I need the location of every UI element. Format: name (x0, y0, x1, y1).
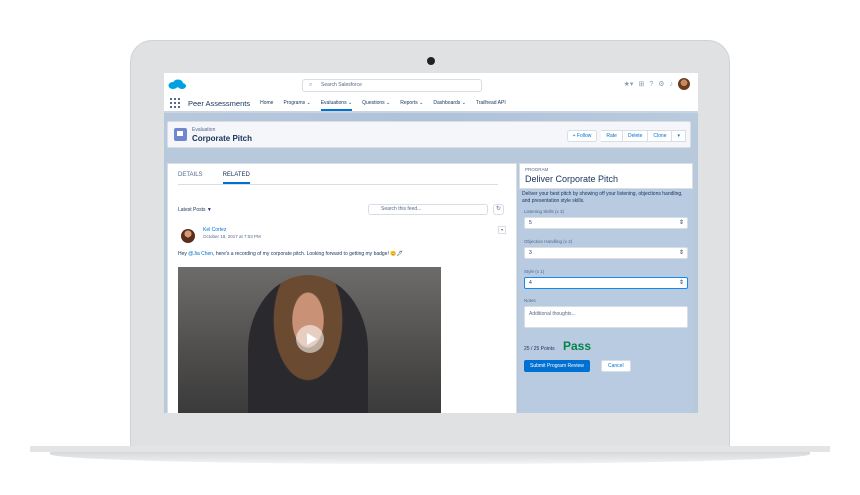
post-date: October 18, 2017 at 7:03 PM (203, 234, 261, 239)
post-author-avatar[interactable] (181, 229, 195, 243)
help-icon[interactable]: ? (649, 81, 653, 88)
delete-button[interactable]: Delete (622, 130, 649, 142)
refresh-icon[interactable]: ↻ (493, 204, 504, 215)
setup-gear-icon[interactable]: ⚙ (658, 80, 664, 88)
clone-button[interactable]: Clone (648, 130, 673, 142)
notes-label: Notes (524, 298, 536, 303)
feed-search-input[interactable]: Search this feed... (368, 204, 488, 215)
camera-icon (427, 57, 435, 65)
nav-item-evaluations[interactable]: Evaluations ⌄ (320, 95, 353, 111)
salesforce-screen: ⌕ Search Salesforce ★▾ ⊞ ? ⚙ ♪ Peer Asse… (164, 73, 698, 413)
rate-button[interactable]: Rate (601, 130, 623, 142)
nav-item-reports[interactable]: Reports ⌄ (400, 100, 423, 106)
program-label: PROGRAM (525, 167, 549, 172)
program-description: Deliver your best pitch by showing off y… (522, 191, 683, 204)
post-mention[interactable]: @Jia Chen (188, 251, 213, 257)
tab-details[interactable]: DETAILS (178, 168, 203, 184)
tab-related[interactable]: RELATED (222, 168, 250, 184)
feed-filter-dropdown[interactable]: Latest Posts ▼ (178, 207, 212, 213)
play-icon[interactable] (296, 325, 324, 353)
program-review-panel: PROGRAM Deliver Corporate Pitch Deliver … (519, 163, 693, 413)
nav-item-questions[interactable]: Questions ⌄ (362, 100, 390, 106)
listening-skills-select[interactable]: 5 (524, 217, 688, 229)
program-title: Deliver Corporate Pitch (525, 174, 619, 184)
style-label: Style (x 1) (524, 269, 545, 274)
nav-item-dashboards[interactable]: Dashboards ⌄ (433, 100, 466, 106)
global-search-input[interactable]: Search Salesforce (302, 79, 482, 92)
app-name: Peer Assessments (188, 98, 251, 108)
favorites-icon[interactable]: ★▾ (624, 80, 634, 88)
tab-divider (178, 184, 498, 185)
pass-badge: Pass (563, 339, 592, 353)
objection-handling-select[interactable]: 3 (524, 247, 688, 259)
app-launcher-icon[interactable] (170, 98, 180, 108)
listening-skills-label: Listening Skills (x 3) (524, 209, 565, 214)
global-header: ⌕ Search Salesforce ★▾ ⊞ ? ⚙ ♪ (164, 73, 698, 95)
nav-item-programs[interactable]: Programs ⌄ (283, 100, 310, 106)
points-total: 25 / 25 Points (524, 346, 555, 352)
laptop-base-shadow (50, 452, 810, 464)
post-body: Hey @Jia Chen, here's a recording of my … (178, 251, 403, 257)
follow-button[interactable]: + Follow (566, 130, 598, 142)
record-header: Evaluation Corporate Pitch + Follow Rate… (167, 121, 691, 148)
main-panel: DETAILS RELATED Latest Posts ▼ Search th… (167, 163, 517, 413)
salesforce-logo-icon (168, 79, 186, 89)
app-nav-bar: Peer Assessments Home Programs ⌄ Evaluat… (164, 95, 698, 113)
video-player[interactable] (178, 267, 441, 413)
user-avatar[interactable] (678, 78, 690, 90)
cancel-button[interactable]: Cancel (601, 360, 631, 372)
style-select[interactable]: 4 (524, 277, 688, 289)
record-type: Evaluation (192, 127, 216, 133)
submit-program-review-button[interactable]: Submit Program Review (524, 360, 590, 372)
notifications-bell-icon[interactable]: ♪ (670, 81, 674, 88)
more-actions-chevron-icon[interactable]: ▾ (672, 130, 686, 142)
post-author-name[interactable]: Kel Cortez (203, 227, 226, 233)
nav-item-trailhead-api[interactable]: Trailhead API (476, 100, 506, 106)
objection-handling-label: Objection Handling (x 2) (524, 239, 573, 244)
program-card: PROGRAM Deliver Corporate Pitch (519, 163, 693, 189)
post-menu-chevron-icon[interactable]: ▾ (498, 226, 506, 234)
record-name: Corporate Pitch (192, 134, 253, 143)
add-icon[interactable]: ⊞ (638, 80, 644, 88)
evaluation-flag-icon (174, 128, 187, 141)
nav-item-home[interactable]: Home (260, 100, 273, 106)
notes-textarea[interactable]: Additional thoughts... (524, 306, 688, 328)
